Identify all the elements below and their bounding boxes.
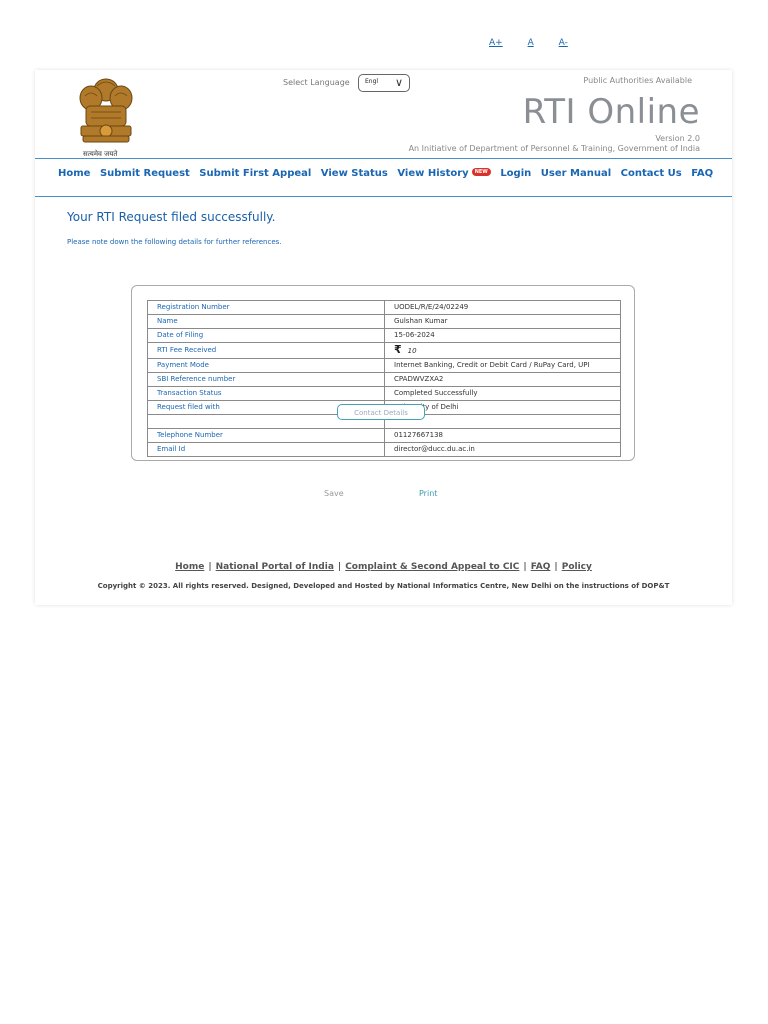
table-row: Payment Mode Internet Banking, Credit or …	[147, 358, 621, 373]
row-label: Email Id	[147, 442, 385, 457]
footer-link-faq[interactable]: FAQ	[531, 562, 551, 572]
row-value: Gulshan Kumar	[384, 314, 621, 329]
row-label: Name	[147, 314, 385, 329]
public-authorities-link[interactable]: Public Authorities Available	[583, 76, 692, 85]
save-button[interactable]: Save	[324, 489, 344, 498]
nav-user-manual[interactable]: User Manual	[541, 168, 611, 179]
table-row: Email Id director@ducc.du.ac.in	[147, 442, 621, 457]
language-label: Select Language	[283, 78, 350, 87]
language-value: Engl	[365, 78, 379, 85]
request-details-box: Registration Number UODEL/R/E/24/02249 Na…	[131, 285, 635, 461]
font-increase-link[interactable]: A+	[489, 38, 503, 48]
version-label: Version 2.0	[655, 134, 700, 143]
site-title: RTI Online	[522, 92, 700, 132]
font-normal-link[interactable]: A	[528, 38, 534, 48]
footer-separator: |	[523, 562, 527, 572]
row-label: Transaction Status	[147, 386, 385, 401]
success-message: Your RTI Request filed successfully.	[67, 210, 276, 224]
row-value: UODEL/R/E/24/02249	[384, 300, 621, 315]
footer-link-complaint-appeal[interactable]: Complaint & Second Appeal to CIC	[345, 562, 519, 572]
fee-amount: 10	[407, 347, 417, 355]
row-value: 15-06-2024	[384, 328, 621, 343]
footer-separator: |	[554, 562, 558, 572]
nav-home[interactable]: Home	[58, 168, 90, 179]
table-row: Date of Filing 15-06-2024	[147, 328, 621, 343]
row-label: Registration Number	[147, 300, 385, 315]
table-row: Registration Number UODEL/R/E/24/02249	[147, 300, 621, 315]
table-row: SBI Reference number CPADWVZXA2	[147, 372, 621, 387]
table-row: Telephone Number 01127667138	[147, 428, 621, 443]
footer-link-home[interactable]: Home	[175, 562, 204, 572]
row-label: Telephone Number	[147, 428, 385, 443]
main-nav: Home Submit Request Submit First Appeal …	[58, 168, 719, 179]
font-size-controls: A+ A A-	[489, 38, 590, 48]
table-row: RTI Fee Received ₹10	[147, 342, 621, 359]
footer-link-policy[interactable]: Policy	[562, 562, 592, 572]
row-label: SBI Reference number	[147, 372, 385, 387]
row-label: RTI Fee Received	[147, 342, 385, 359]
emblem-motto: सत्यमेव जयते	[83, 150, 118, 158]
contact-details-button[interactable]: Contact Details	[337, 404, 425, 420]
nav-contact-us[interactable]: Contact Us	[621, 168, 682, 179]
main-card: सत्यमेव जयते Select Language Engl ∨ Publ…	[35, 70, 732, 605]
copyright-text: Copyright © 2023. All rights reserved. D…	[97, 582, 670, 590]
site-header: सत्यमेव जयते Select Language Engl ∨ Publ…	[35, 70, 732, 159]
language-select[interactable]: Engl ∨	[358, 74, 410, 92]
request-details-table: Registration Number UODEL/R/E/24/02249 Na…	[147, 300, 621, 457]
footer-link-national-portal[interactable]: National Portal of India	[216, 562, 334, 572]
row-value: ₹10	[384, 342, 621, 359]
nav-divider	[35, 196, 732, 197]
national-emblem-icon	[79, 78, 133, 143]
footer-separator: |	[208, 562, 212, 572]
print-button[interactable]: Print	[419, 489, 437, 498]
footer-links: Home | National Portal of India | Complaint …	[35, 562, 732, 572]
row-label: Payment Mode	[147, 358, 385, 373]
row-value: director@ducc.du.ac.in	[384, 442, 621, 457]
chevron-down-icon: ∨	[394, 76, 403, 89]
initiative-text: An Initiative of Department of Personnel…	[408, 144, 700, 153]
row-label: Date of Filing	[147, 328, 385, 343]
row-value: Internet Banking, Credit or Debit Card /…	[384, 358, 621, 373]
footer-separator: |	[337, 562, 342, 572]
nav-view-history[interactable]: View History	[397, 168, 468, 179]
rupee-icon: ₹	[394, 343, 402, 356]
table-row: Transaction Status Completed Successfully	[147, 386, 621, 401]
nav-view-status[interactable]: View Status	[321, 168, 388, 179]
new-badge: NEW	[471, 168, 491, 176]
nav-submit-request[interactable]: Submit Request	[100, 168, 190, 179]
row-value: CPADWVZXA2	[384, 372, 621, 387]
row-value: 01127667138	[384, 428, 621, 443]
reference-note: Please note down the following details f…	[67, 238, 282, 246]
nav-submit-first-appeal[interactable]: Submit First Appeal	[199, 168, 311, 179]
nav-faq[interactable]: FAQ	[691, 168, 713, 179]
table-row: Name Gulshan Kumar	[147, 314, 621, 329]
nav-login[interactable]: Login	[500, 168, 531, 179]
font-decrease-link[interactable]: A-	[559, 38, 568, 48]
row-value: Completed Successfully	[384, 386, 621, 401]
